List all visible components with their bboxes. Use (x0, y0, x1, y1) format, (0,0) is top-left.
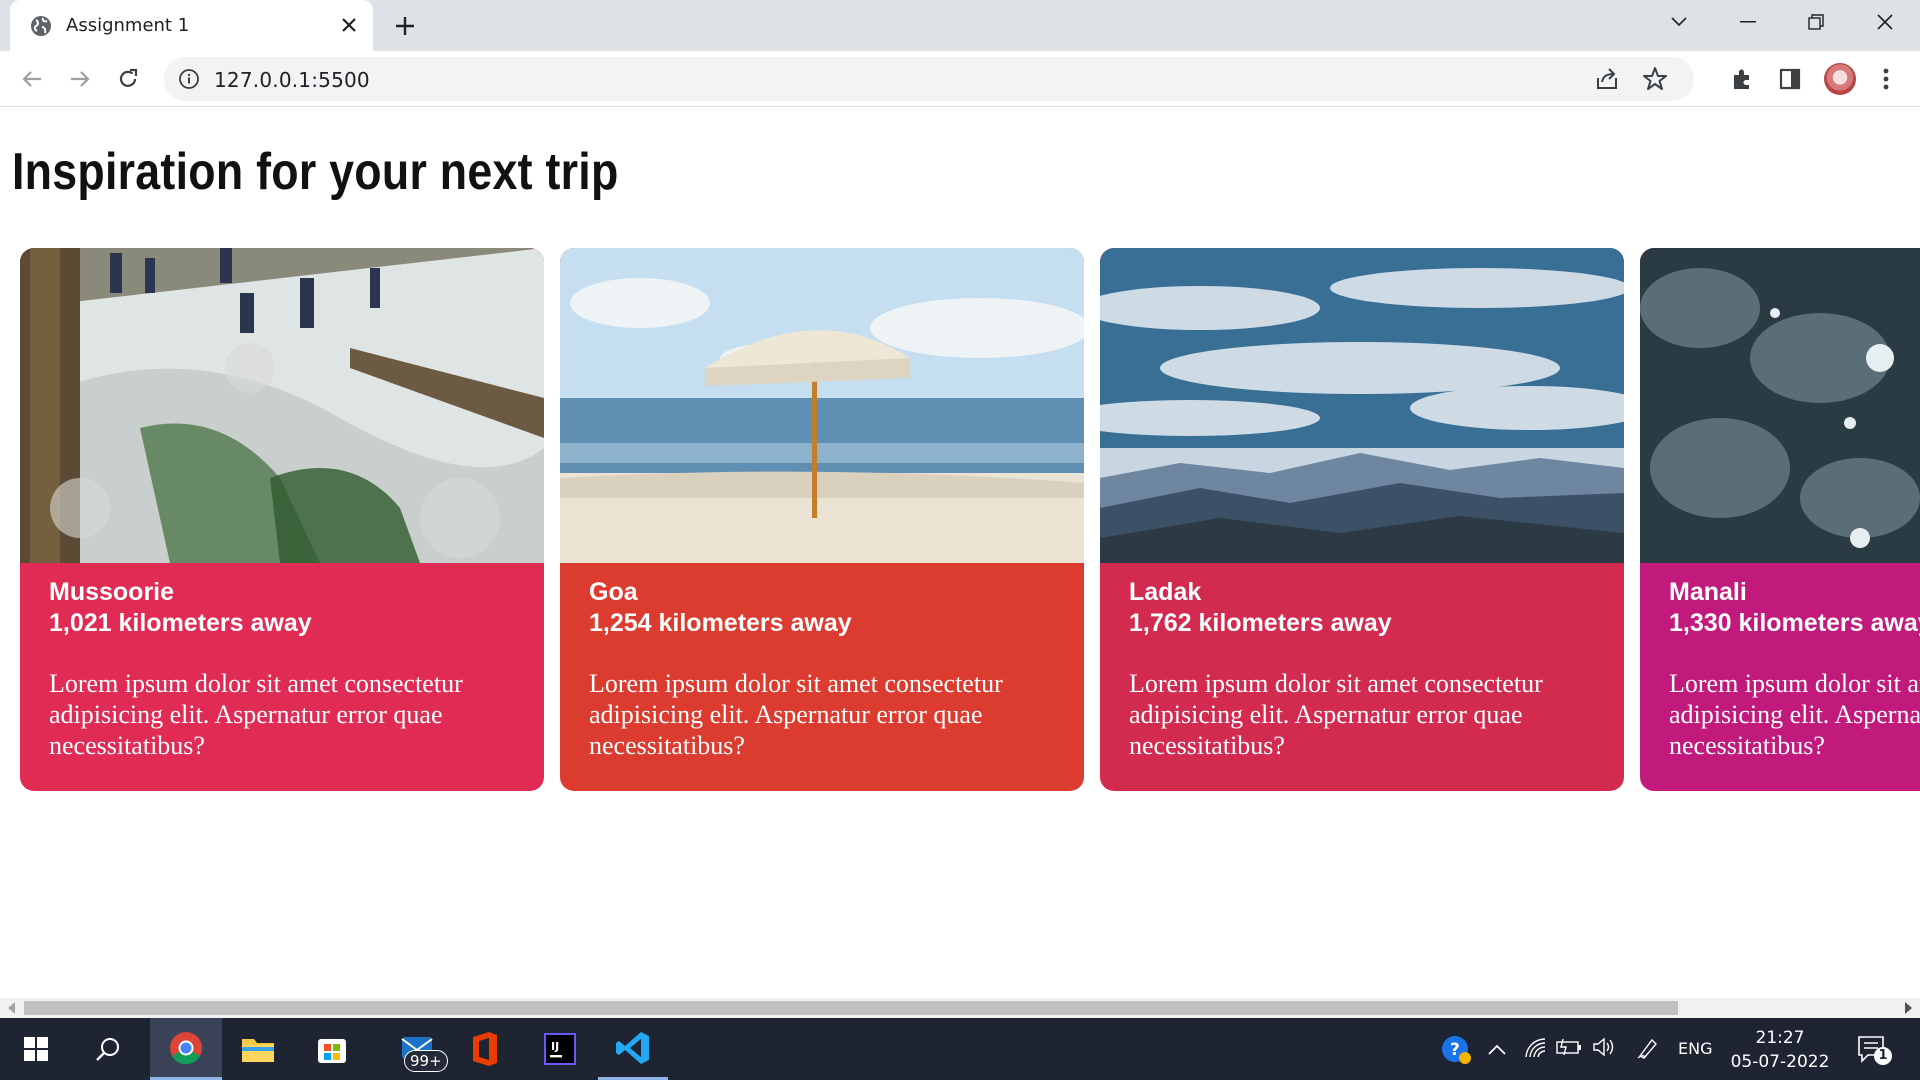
horizontal-scrollbar[interactable] (0, 998, 1920, 1018)
card-body: Ladak 1,762 kilometers away Lorem ipsum … (1100, 563, 1624, 791)
help-icon[interactable]: ? (1440, 1034, 1472, 1070)
notification-count: 1 (1874, 1047, 1892, 1065)
globe-icon (31, 16, 51, 36)
start-windows-icon[interactable] (0, 1018, 72, 1080)
page-heading: Inspiration for your next trip (12, 143, 619, 201)
vscode-icon[interactable] (598, 1018, 668, 1080)
destination-card[interactable]: Goa 1,254 kilometers away Lorem ipsum do… (560, 248, 1084, 791)
card-distance: 1,021 kilometers away (49, 609, 312, 637)
card-body: Goa 1,254 kilometers away Lorem ipsum do… (560, 563, 1084, 791)
menu-kebab-icon[interactable] (1868, 61, 1904, 97)
file-explorer-icon[interactable] (222, 1018, 294, 1080)
card-image-snowy-trees (1640, 248, 1920, 563)
page-content: Inspiration for your next trip Mussoorie… (0, 108, 1920, 998)
mail-badge: 99+ (404, 1050, 448, 1072)
card-distance: 1,330 kilometers away (1669, 609, 1920, 637)
card-title: Mussoorie (49, 578, 175, 606)
profile-avatar[interactable] (1824, 63, 1856, 95)
card-title: Goa (589, 578, 638, 606)
side-panel-icon[interactable] (1772, 61, 1808, 97)
pen-icon[interactable] (1636, 1036, 1660, 1064)
notification-center-icon[interactable]: 1 (1856, 1034, 1892, 1070)
clock-time: 21:27 (1755, 1028, 1805, 1048)
destination-card[interactable]: Mussoorie 1,021 kilometers away Lorem ip… (20, 248, 544, 791)
browser-tab[interactable]: Assignment 1 (10, 0, 373, 51)
volume-icon[interactable] (1592, 1037, 1616, 1061)
extensions-icon[interactable] (1724, 61, 1760, 97)
card-description: Lorem ipsum dolor sit amet consectetur a… (589, 669, 1003, 760)
close-tab-icon[interactable] (336, 12, 362, 38)
scrollbar-thumb[interactable] (24, 1001, 1678, 1015)
svg-text:IJ: IJ (551, 1040, 559, 1053)
restore-icon[interactable] (1786, 0, 1846, 44)
minimize-icon[interactable] (1718, 0, 1778, 44)
mail-icon[interactable]: 99+ (384, 1018, 456, 1080)
clock-date: 05-07-2022 (1730, 1052, 1830, 1072)
chrome-taskbar-icon[interactable] (150, 1018, 222, 1080)
tab-strip: Assignment 1 (0, 0, 1920, 51)
tab-search-icon[interactable] (1649, 0, 1709, 44)
wifi-icon[interactable] (1524, 1038, 1546, 1062)
url-text: 127.0.0.1:5500 (214, 68, 370, 92)
browser-toolbar: 127.0.0.1:5500 (0, 51, 1920, 107)
svg-text:?: ? (1450, 1040, 1460, 1060)
card-body: Mussoorie 1,021 kilometers away Lorem ip… (20, 563, 544, 791)
address-bar[interactable]: 127.0.0.1:5500 (164, 57, 1694, 101)
card-title: Manali (1669, 578, 1747, 606)
card-description: Lorem ipsum dolor sit amet consectetur a… (49, 669, 463, 760)
battery-icon[interactable] (1556, 1038, 1582, 1060)
destination-card[interactable]: Manali 1,330 kilometers away Lorem ipsum… (1640, 248, 1920, 791)
back-icon[interactable] (14, 61, 50, 97)
card-distance: 1,762 kilometers away (1129, 609, 1392, 637)
scroll-right-icon[interactable] (1905, 1002, 1912, 1014)
card-description: Lorem ipsum dolor sit amet consectetur a… (1669, 669, 1920, 760)
forward-icon[interactable] (62, 61, 98, 97)
intellij-icon[interactable]: IJ (524, 1018, 596, 1080)
microsoft-store-icon[interactable] (296, 1018, 368, 1080)
card-image-beach (560, 248, 1084, 563)
card-image-mountains (1100, 248, 1624, 563)
office-icon[interactable] (448, 1018, 520, 1080)
card-title: Ladak (1129, 578, 1202, 606)
card-distance: 1,254 kilometers away (589, 609, 852, 637)
search-icon[interactable] (72, 1018, 144, 1080)
language-indicator[interactable]: ENG (1678, 1039, 1712, 1058)
taskbar: 99+ IJ ? ENG 21:27 05-07-2022 1 (0, 1018, 1920, 1080)
show-hidden-icons-icon[interactable] (1488, 1040, 1506, 1059)
reload-icon[interactable] (110, 61, 146, 97)
scroll-left-icon[interactable] (8, 1002, 15, 1014)
close-window-icon[interactable] (1855, 0, 1915, 44)
tab-title: Assignment 1 (66, 15, 190, 36)
share-icon[interactable] (1594, 66, 1620, 97)
system-clock[interactable]: 21:27 05-07-2022 (1730, 1026, 1830, 1074)
site-info-icon[interactable] (178, 68, 200, 95)
new-tab-icon[interactable] (390, 11, 420, 41)
card-body: Manali 1,330 kilometers away Lorem ipsum… (1640, 563, 1920, 791)
card-description: Lorem ipsum dolor sit amet consectetur a… (1129, 669, 1543, 760)
destination-card[interactable]: Ladak 1,762 kilometers away Lorem ipsum … (1100, 248, 1624, 791)
card-image-snowy-forest (20, 248, 544, 563)
bookmark-star-icon[interactable] (1642, 66, 1668, 97)
